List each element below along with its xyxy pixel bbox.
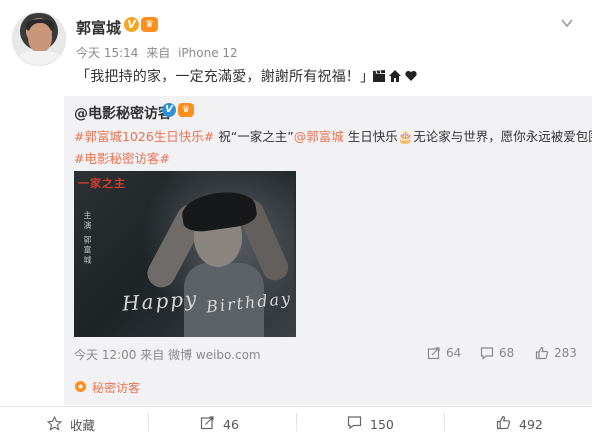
verified-badge-blue-icon: V [162, 103, 176, 117]
comment-total: 150 [370, 416, 394, 432]
photo-corner-title: 一家之主 [78, 177, 126, 190]
forward-button[interactable]: 46 [200, 415, 239, 433]
hashtag-link[interactable]: #电影秘密访客# [74, 151, 170, 166]
weibo-post: 郭富城 V ♛ 今天 15:14 来自 iPhone 12 「我把持的家，一定充… [0, 0, 592, 437]
favorite-label: 收藏 [70, 418, 96, 433]
action-separator [444, 413, 445, 431]
like-button[interactable]: 492 [496, 415, 543, 433]
avatar-shirt [17, 51, 63, 65]
action-separator [148, 413, 149, 431]
repost-comment-count[interactable]: 68 [480, 346, 514, 360]
repost-username[interactable]: @电影秘密访客 [74, 103, 172, 123]
repost-text-line1: #郭富城1026生日快乐# 祝“一家之主”@郭富城 生日快乐🎂无论家与世界，愿你… [74, 126, 592, 145]
avatar[interactable] [12, 12, 66, 66]
post-device: iPhone 12 [178, 46, 238, 60]
verified-badge-icon: V [124, 17, 139, 32]
comment-icon [347, 415, 362, 433]
repost-photo[interactable]: 一家之主 主演 郭富城 Happy Birthday [74, 171, 296, 337]
repost-source[interactable]: 秘密访客 [74, 379, 140, 396]
repost-meta: 今天 12:00 来自 微博 weibo.com [74, 346, 261, 363]
repost-time[interactable]: 今天 12:00 [74, 348, 136, 362]
repost-source-app: 微博 weibo.com [168, 348, 261, 362]
thumbs-up-icon [535, 346, 549, 360]
member-crown-icon: ♛ [178, 103, 194, 117]
heart-icon [404, 68, 418, 82]
repost-forward-count[interactable]: 64 [427, 346, 461, 360]
clapper-icon [372, 68, 386, 82]
repost-text: 祝“一家之主” [214, 129, 294, 144]
post-time[interactable]: 今天 15:14 [76, 46, 138, 60]
repost-via: 来自 [140, 348, 165, 362]
like-count: 283 [554, 346, 577, 360]
house-icon [388, 68, 402, 82]
repost-text: 生日快乐🎂无论家与世界，愿你永远被爱包围。 [343, 129, 592, 144]
star-icon [46, 415, 63, 434]
thumbs-up-icon [496, 415, 511, 433]
forward-icon [427, 346, 441, 360]
hashtag-link[interactable]: #郭富城1026生日快乐# [74, 129, 214, 144]
action-bar-divider [0, 406, 592, 407]
source-label: 秘密访客 [92, 381, 141, 395]
repost-like-count[interactable]: 283 [535, 346, 577, 360]
repost-text-line2: #电影秘密访客# [74, 148, 170, 167]
post-via: 来自 [146, 46, 171, 60]
forward-total: 46 [223, 416, 239, 432]
forward-count: 64 [446, 346, 462, 360]
comment-count: 68 [499, 346, 515, 360]
action-separator [296, 413, 297, 431]
like-total: 492 [519, 416, 543, 432]
chevron-down-icon[interactable] [560, 16, 574, 30]
post-text: 「我把持的家，一定充滿愛，謝謝所有祝福！」 [76, 69, 375, 85]
post-meta: 今天 15:14 来自 iPhone 12 [76, 44, 242, 61]
photo-vertical-text: 主演 郭富城 [83, 211, 92, 266]
comment-button[interactable]: 150 [347, 415, 394, 433]
avatar-face [28, 23, 52, 53]
post-username[interactable]: 郭富城 [76, 17, 121, 38]
forward-icon [200, 415, 215, 433]
post-emojis [372, 68, 418, 82]
member-crown-icon: ♛ [141, 17, 158, 32]
source-flower-icon [74, 380, 87, 396]
favorite-button[interactable]: 收藏 [46, 415, 96, 434]
comment-icon [480, 346, 494, 360]
mention-link[interactable]: @郭富城 [294, 129, 344, 144]
